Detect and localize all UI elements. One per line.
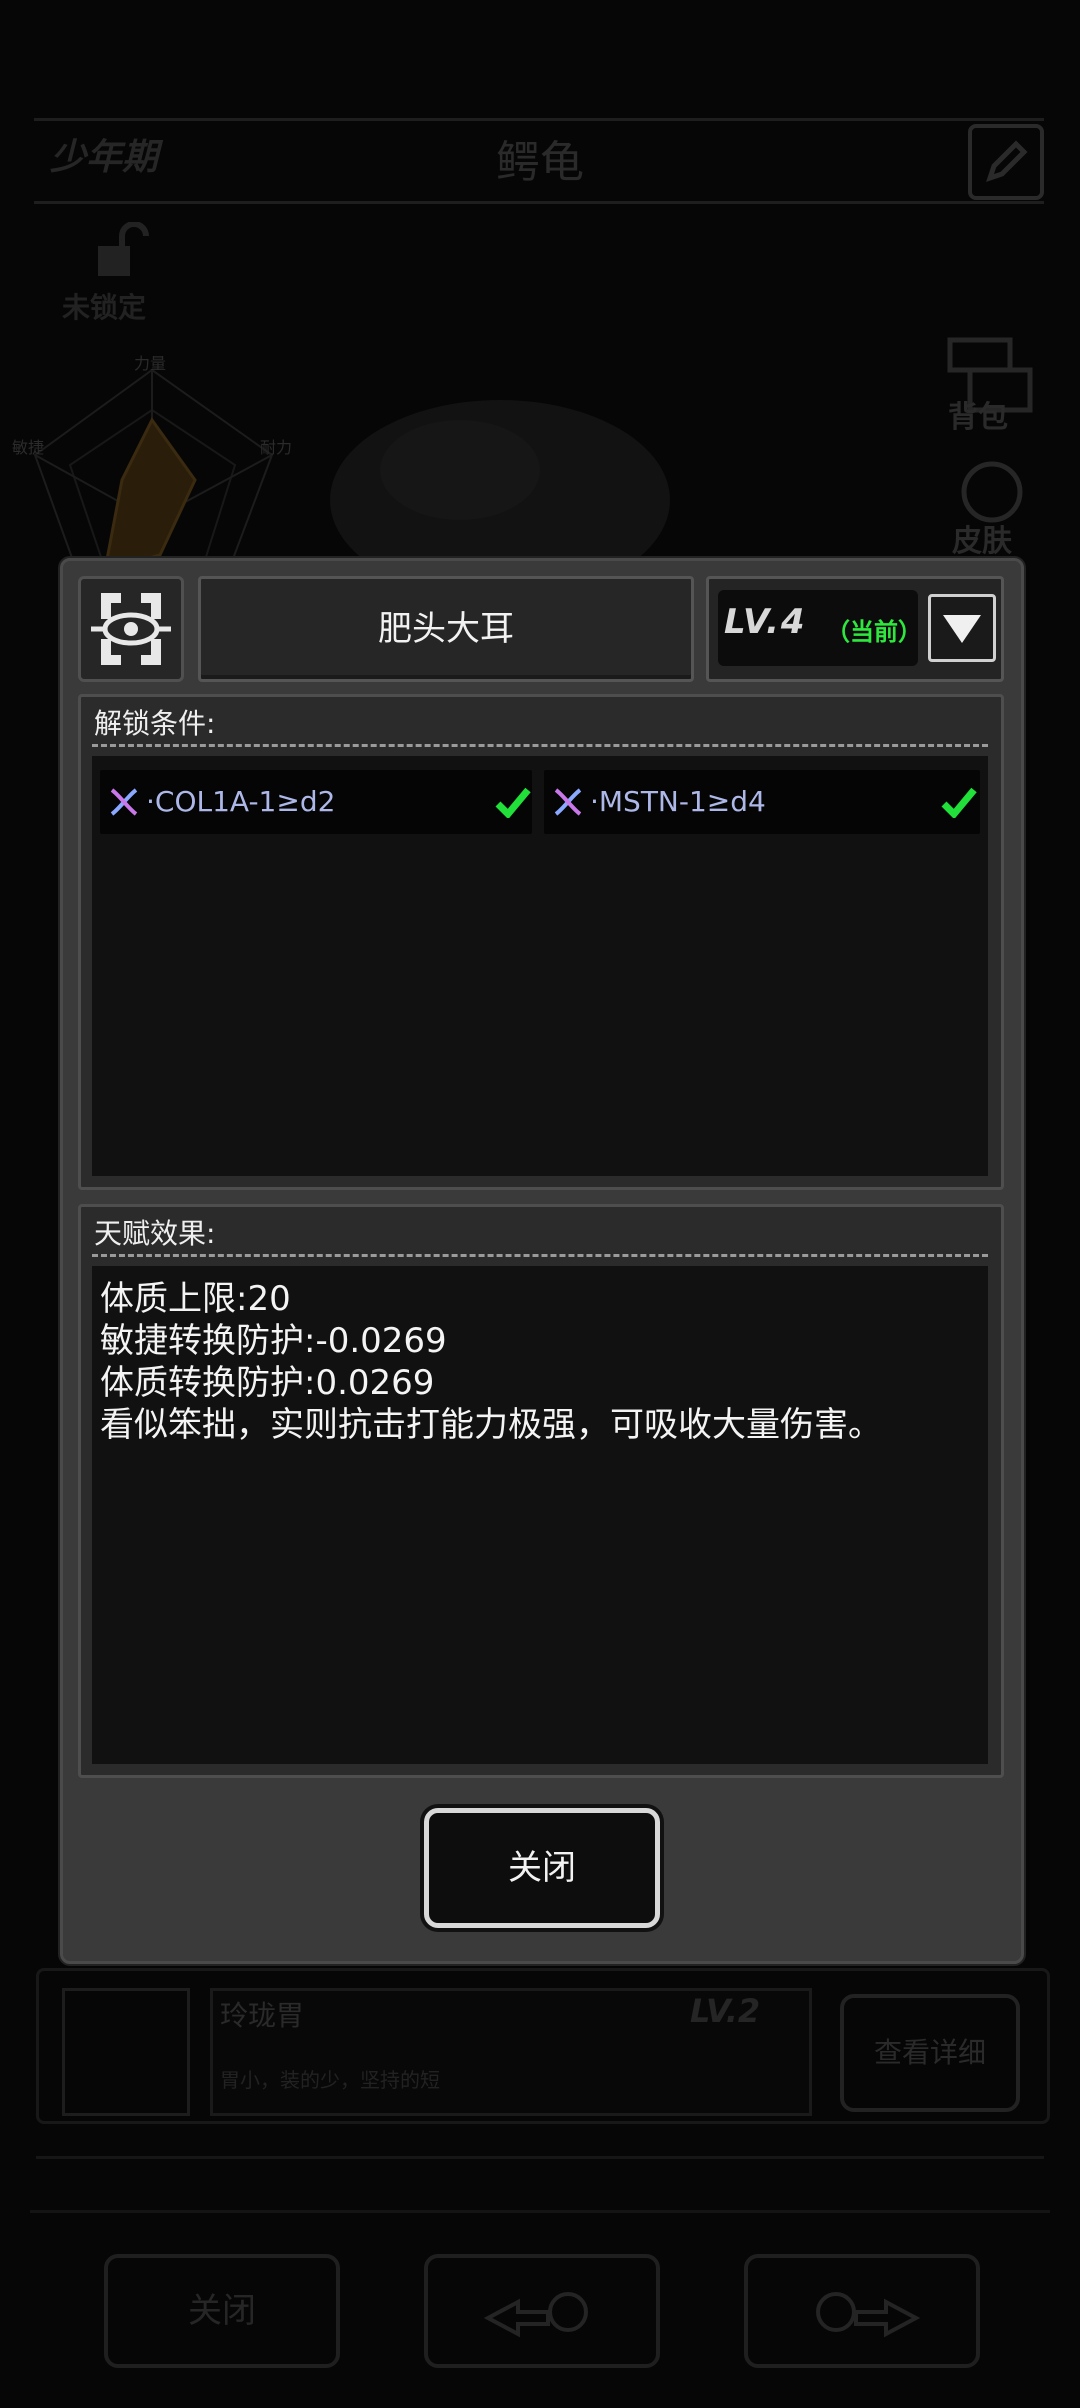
- triangle-down-icon: [943, 615, 981, 643]
- unlock-condition-item: ·MSTN-1≥d4: [544, 770, 980, 834]
- skin-label: 皮肤: [952, 524, 1012, 559]
- checkmark-icon: [941, 787, 977, 818]
- radar-label-agility: 敏捷: [12, 438, 45, 457]
- level-current-tag: （当前）: [826, 618, 922, 646]
- edit-icon[interactable]: [968, 124, 1044, 200]
- bg-close-button[interactable]: 关闭: [104, 2254, 340, 2368]
- growth-stage-label: 少年期: [50, 137, 159, 178]
- backpack-label: 背包: [948, 400, 1008, 435]
- unlock-condition-text: ·COL1A-1≥d2: [146, 785, 336, 818]
- trait-emblem-icon: [78, 576, 184, 682]
- dashed-divider: [92, 1254, 988, 1257]
- trait-name-box: 肥头大耳: [198, 576, 694, 682]
- checkmark-icon: [495, 787, 531, 818]
- effect-description: 看似笨拙，实则抗击打能力极强，可吸收大量伤害。: [100, 1405, 882, 1445]
- prev-creature-button[interactable]: [424, 2254, 660, 2368]
- talent-effect-header: 天赋效果:: [94, 1217, 216, 1250]
- trait-name: 肥头大耳: [378, 609, 514, 649]
- attribute-radar-chart: [33, 368, 274, 580]
- view-detail-button[interactable]: 查看详细: [840, 1994, 1020, 2112]
- radar-label-endurance: 耐力: [260, 438, 293, 457]
- effect-line: 敏捷转换防护:-0.0269: [100, 1321, 447, 1361]
- bg-next-row: [36, 2156, 1044, 2189]
- dna-icon: [110, 788, 138, 816]
- unlock-conditions-header: 解锁条件:: [94, 707, 216, 740]
- radar-label-strength: 力量: [134, 354, 167, 373]
- unlock-condition-text: ·MSTN-1≥d4: [590, 785, 766, 818]
- lock-status: 未锁定: [62, 291, 147, 324]
- bg-trait-level: LV.2: [690, 1992, 761, 2030]
- effect-line: 体质转换防护:0.0269: [100, 1363, 435, 1403]
- level-dropdown-button[interactable]: [928, 594, 996, 662]
- dashed-divider: [92, 744, 988, 747]
- bg-divider: [30, 2210, 1050, 2213]
- level-value: LV.4: [724, 602, 807, 642]
- bg-trait-title: 玲珑胃: [220, 1999, 305, 2032]
- creature-name: 鳄龟: [496, 137, 584, 188]
- unlock-condition-item: ·COL1A-1≥d2: [100, 770, 532, 834]
- next-creature-button[interactable]: [744, 2254, 980, 2368]
- effect-line: 体质上限:20: [100, 1279, 291, 1319]
- bg-trait-description: 胃小，装的少，坚持的短: [220, 2068, 440, 2092]
- dna-icon: [554, 788, 582, 816]
- trait-emblem-icon: [62, 1988, 190, 2116]
- close-button[interactable]: 关闭: [424, 1808, 660, 1928]
- lock-icon[interactable]: [92, 221, 156, 282]
